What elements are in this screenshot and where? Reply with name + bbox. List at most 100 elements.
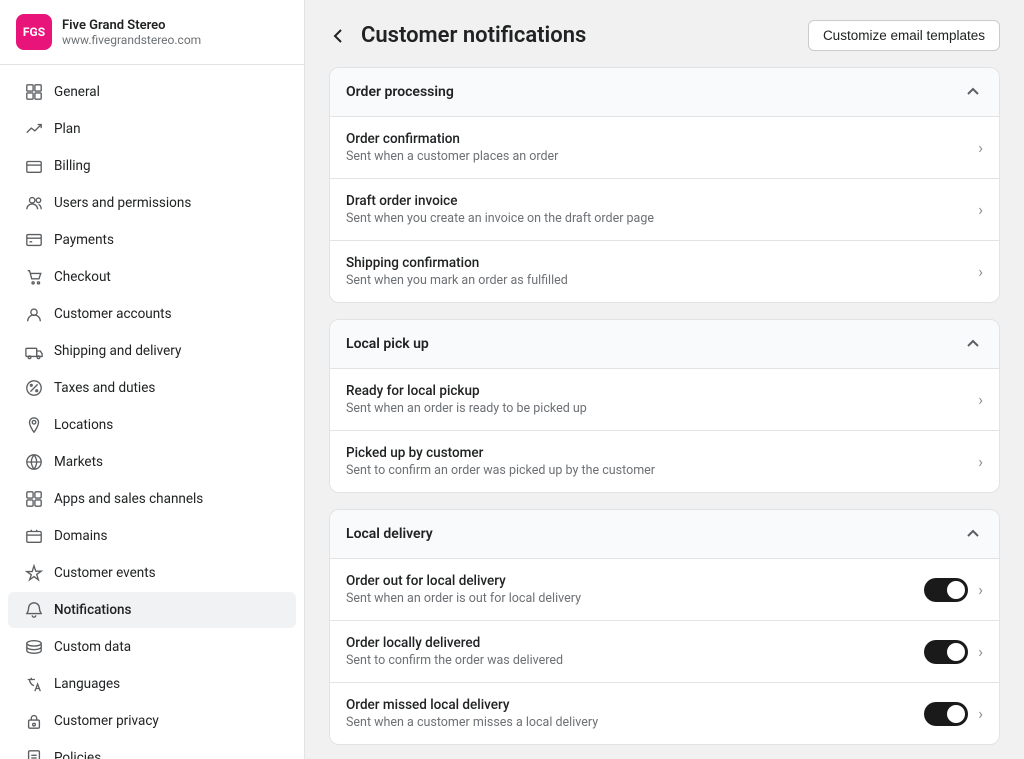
billing-icon: [24, 156, 44, 176]
order-processing-card: Order processing Order confirmation Sent…: [329, 67, 1000, 303]
ready-local-pickup-row[interactable]: Ready for local pickup Sent when an orde…: [330, 369, 999, 431]
general-icon: [24, 82, 44, 102]
order-locally-delivered-text: Order locally delivered Sent to confirm …: [346, 635, 563, 668]
local-pickup-header[interactable]: Local pick up: [330, 320, 999, 369]
sidebar-item-plan[interactable]: Plan: [8, 111, 296, 147]
back-button[interactable]: [329, 26, 349, 46]
markets-icon: [24, 452, 44, 472]
order-out-delivery-right: ›: [924, 578, 983, 602]
sidebar-item-locations[interactable]: Locations: [8, 407, 296, 443]
chevron-right-icon: ›: [978, 200, 983, 219]
sidebar-label-policies: Policies: [54, 750, 101, 759]
sidebar-label-checkout: Checkout: [54, 269, 111, 285]
sections-container: Order processing Order confirmation Sent…: [305, 67, 1024, 759]
order-locally-delivered-row[interactable]: Order locally delivered Sent to confirm …: [330, 621, 999, 683]
sidebar-item-checkout[interactable]: Checkout: [8, 259, 296, 295]
picked-up-customer-right: ›: [978, 452, 983, 471]
sidebar-label-customer-accounts: Customer accounts: [54, 306, 172, 322]
shipping-confirmation-title: Shipping confirmation: [346, 255, 568, 271]
sidebar-item-markets[interactable]: Markets: [8, 444, 296, 480]
store-info: Five Grand Stereo www.fivegrandstereo.co…: [62, 18, 201, 47]
sidebar-label-shipping: Shipping and delivery: [54, 343, 181, 359]
order-out-delivery-row[interactable]: Order out for local delivery Sent when a…: [330, 559, 999, 621]
order-missed-delivery-row[interactable]: Order missed local delivery Sent when a …: [330, 683, 999, 744]
order-confirmation-desc: Sent when a customer places an order: [346, 149, 558, 164]
shipping-icon: [24, 341, 44, 361]
order-missed-delivery-toggle[interactable]: [924, 702, 968, 726]
chevron-up-icon: [963, 82, 983, 102]
order-missed-delivery-desc: Sent when a customer misses a local deli…: [346, 715, 598, 730]
sidebar-item-customer-events[interactable]: Customer events: [8, 555, 296, 591]
sidebar-label-payments: Payments: [54, 232, 114, 248]
customer-accounts-icon: [24, 304, 44, 324]
shipping-confirmation-row[interactable]: Shipping confirmation Sent when you mark…: [330, 241, 999, 302]
sidebar-label-customer-privacy: Customer privacy: [54, 713, 159, 729]
sidebar-label-plan: Plan: [54, 121, 81, 137]
local-delivery-title: Local delivery: [346, 526, 433, 542]
plan-icon: [24, 119, 44, 139]
page-title: Customer notifications: [361, 23, 586, 48]
picked-up-customer-desc: Sent to confirm an order was picked up b…: [346, 463, 655, 478]
header-left: Customer notifications: [329, 23, 586, 48]
taxes-icon: [24, 378, 44, 398]
store-avatar: FGS: [16, 14, 52, 50]
sidebar-item-payments[interactable]: Payments: [8, 222, 296, 258]
chevron-right-icon: ›: [978, 452, 983, 471]
sidebar-item-general[interactable]: General: [8, 74, 296, 110]
customize-email-templates-button[interactable]: Customize email templates: [808, 20, 1000, 51]
custom-data-icon: [24, 637, 44, 657]
sidebar-label-general: General: [54, 84, 100, 100]
sidebar-item-shipping[interactable]: Shipping and delivery: [8, 333, 296, 369]
chevron-right-icon: ›: [978, 580, 983, 599]
picked-up-customer-row[interactable]: Picked up by customer Sent to confirm an…: [330, 431, 999, 492]
sidebar-label-notifications: Notifications: [54, 602, 131, 618]
sidebar-item-apps[interactable]: Apps and sales channels: [8, 481, 296, 517]
sidebar-item-customer-accounts[interactable]: Customer accounts: [8, 296, 296, 332]
apps-icon: [24, 489, 44, 509]
customer-events-icon: [24, 563, 44, 583]
order-locally-delivered-right: ›: [924, 640, 983, 664]
users-icon: [24, 193, 44, 213]
order-out-delivery-text: Order out for local delivery Sent when a…: [346, 573, 581, 606]
sidebar-item-policies[interactable]: Policies: [8, 740, 296, 759]
sidebar-item-taxes[interactable]: Taxes and duties: [8, 370, 296, 406]
sidebar-item-notifications[interactable]: Notifications: [8, 592, 296, 628]
store-name: Five Grand Stereo: [62, 18, 201, 33]
sidebar-item-custom-data[interactable]: Custom data: [8, 629, 296, 665]
shipping-confirmation-text: Shipping confirmation Sent when you mark…: [346, 255, 568, 288]
shipping-confirmation-right: ›: [978, 262, 983, 281]
checkout-icon: [24, 267, 44, 287]
domains-icon: [24, 526, 44, 546]
ready-local-pickup-title: Ready for local pickup: [346, 383, 587, 399]
sidebar-label-markets: Markets: [54, 454, 103, 470]
picked-up-customer-text: Picked up by customer Sent to confirm an…: [346, 445, 655, 478]
local-pickup-card: Local pick up Ready for local pickup Sen…: [329, 319, 1000, 493]
chevron-right-icon: ›: [978, 138, 983, 157]
local-delivery-header[interactable]: Local delivery: [330, 510, 999, 559]
sidebar-item-languages[interactable]: Languages: [8, 666, 296, 702]
sidebar-item-users-permissions[interactable]: Users and permissions: [8, 185, 296, 221]
order-out-delivery-toggle[interactable]: [924, 578, 968, 602]
sidebar-item-customer-privacy[interactable]: Customer privacy: [8, 703, 296, 739]
sidebar-item-domains[interactable]: Domains: [8, 518, 296, 554]
local-pickup-title: Local pick up: [346, 336, 429, 352]
sidebar-label-custom-data: Custom data: [54, 639, 131, 655]
draft-order-row[interactable]: Draft order invoice Sent when you create…: [330, 179, 999, 241]
order-processing-title: Order processing: [346, 84, 454, 100]
sidebar-item-billing[interactable]: Billing: [8, 148, 296, 184]
sidebar-nav: General Plan Billing Users and permissio…: [0, 65, 304, 759]
order-locally-delivered-toggle[interactable]: [924, 640, 968, 664]
locations-icon: [24, 415, 44, 435]
policies-icon: [24, 748, 44, 759]
order-confirmation-row[interactable]: Order confirmation Sent when a customer …: [330, 117, 999, 179]
chevron-up-icon: [963, 524, 983, 544]
languages-icon: [24, 674, 44, 694]
local-delivery-card: Local delivery Order out for local deliv…: [329, 509, 1000, 745]
sidebar-label-apps: Apps and sales channels: [54, 491, 203, 507]
main-header: Customer notifications Customize email t…: [305, 0, 1024, 67]
picked-up-customer-title: Picked up by customer: [346, 445, 655, 461]
sidebar-header: FGS Five Grand Stereo www.fivegrandstere…: [0, 0, 304, 65]
store-url: www.fivegrandstereo.com: [62, 33, 201, 47]
order-processing-header[interactable]: Order processing: [330, 68, 999, 117]
order-out-delivery-title: Order out for local delivery: [346, 573, 581, 589]
